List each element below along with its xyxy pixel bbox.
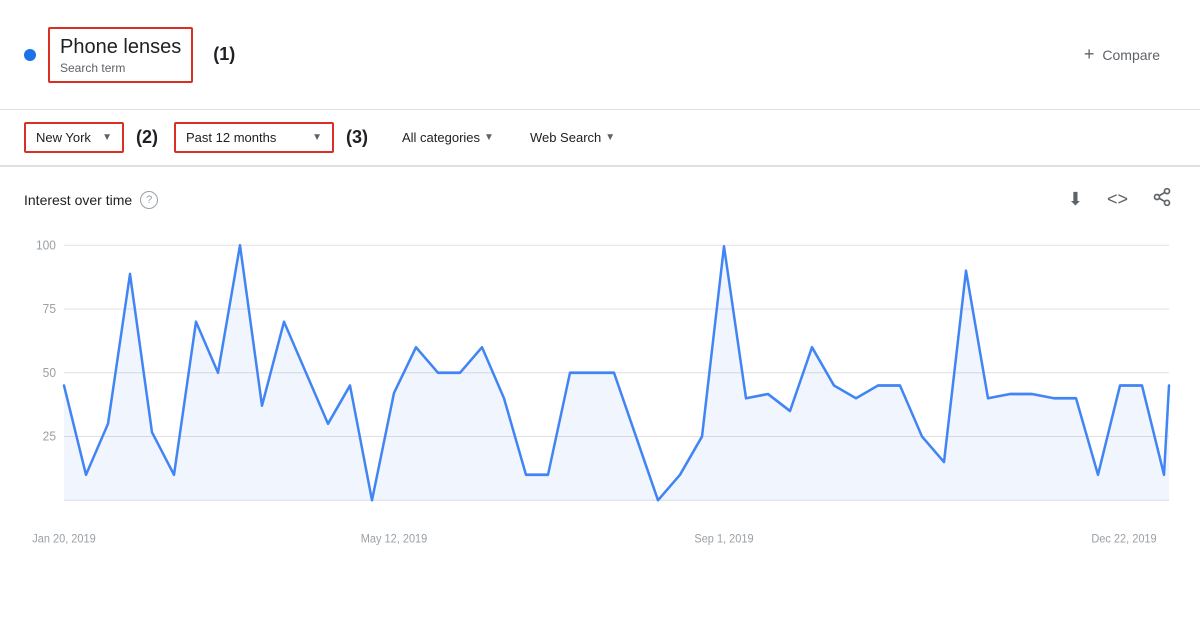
chevron-down-icon: ▼ (484, 132, 494, 143)
search-box[interactable]: Phone lenses Search term (48, 27, 193, 83)
svg-text:50: 50 (43, 366, 56, 380)
compare-label: Compare (1102, 47, 1160, 63)
svg-text:Sep 1, 2019: Sep 1, 2019 (694, 533, 753, 545)
chevron-down-icon: ▼ (312, 132, 322, 143)
search-type-filter[interactable]: Web Search ▼ (520, 124, 625, 151)
search-item: Phone lenses Search term (1) (24, 27, 235, 83)
svg-text:Dec 22, 2019: Dec 22, 2019 (1091, 533, 1156, 545)
annotation-1: (1) (213, 44, 235, 65)
search-type-label: Web Search (530, 130, 601, 145)
chevron-down-icon: ▼ (605, 132, 615, 143)
time-range-filter[interactable]: Past 12 months ▼ (174, 122, 334, 153)
categories-filter[interactable]: All categories ▼ (392, 124, 504, 151)
chart-title: Interest over time (24, 192, 132, 208)
chart-container: 100 75 50 25 Jan 20, 2019 May 12, 2019 S… (24, 224, 1176, 564)
annotation-3: (3) (346, 127, 368, 148)
svg-text:Jan 20, 2019: Jan 20, 2019 (32, 533, 96, 545)
chart-header: Interest over time ? ⬇ <> (24, 183, 1176, 216)
location-filter[interactable]: New York ▼ (24, 122, 124, 153)
series-dot (24, 49, 36, 61)
share-button[interactable] (1148, 183, 1176, 216)
chevron-down-icon: ▼ (102, 132, 112, 143)
location-label: New York (36, 130, 91, 145)
interest-chart: 100 75 50 25 Jan 20, 2019 May 12, 2019 S… (24, 224, 1176, 564)
embed-button[interactable]: <> (1103, 185, 1132, 214)
filter-bar: New York ▼ (2) Past 12 months ▼ (3) All … (0, 110, 1200, 167)
plus-icon: + (1084, 44, 1095, 65)
compare-button[interactable]: + Compare (1068, 36, 1176, 73)
help-icon[interactable]: ? (140, 191, 158, 209)
top-bar: Phone lenses Search term (1) + Compare (0, 0, 1200, 110)
svg-text:May 12, 2019: May 12, 2019 (361, 533, 428, 545)
chart-actions: ⬇ <> (1064, 183, 1176, 216)
annotation-2: (2) (136, 127, 158, 148)
download-button[interactable]: ⬇ (1064, 185, 1087, 214)
categories-label: All categories (402, 130, 480, 145)
chart-title-area: Interest over time ? (24, 191, 158, 209)
search-term-sub: Search term (60, 61, 181, 75)
search-term-title: Phone lenses (60, 35, 181, 59)
chart-section: Interest over time ? ⬇ <> 100 (0, 167, 1200, 564)
svg-text:100: 100 (36, 238, 56, 252)
svg-text:75: 75 (43, 302, 56, 316)
svg-text:25: 25 (43, 429, 56, 443)
time-range-label: Past 12 months (186, 130, 276, 145)
